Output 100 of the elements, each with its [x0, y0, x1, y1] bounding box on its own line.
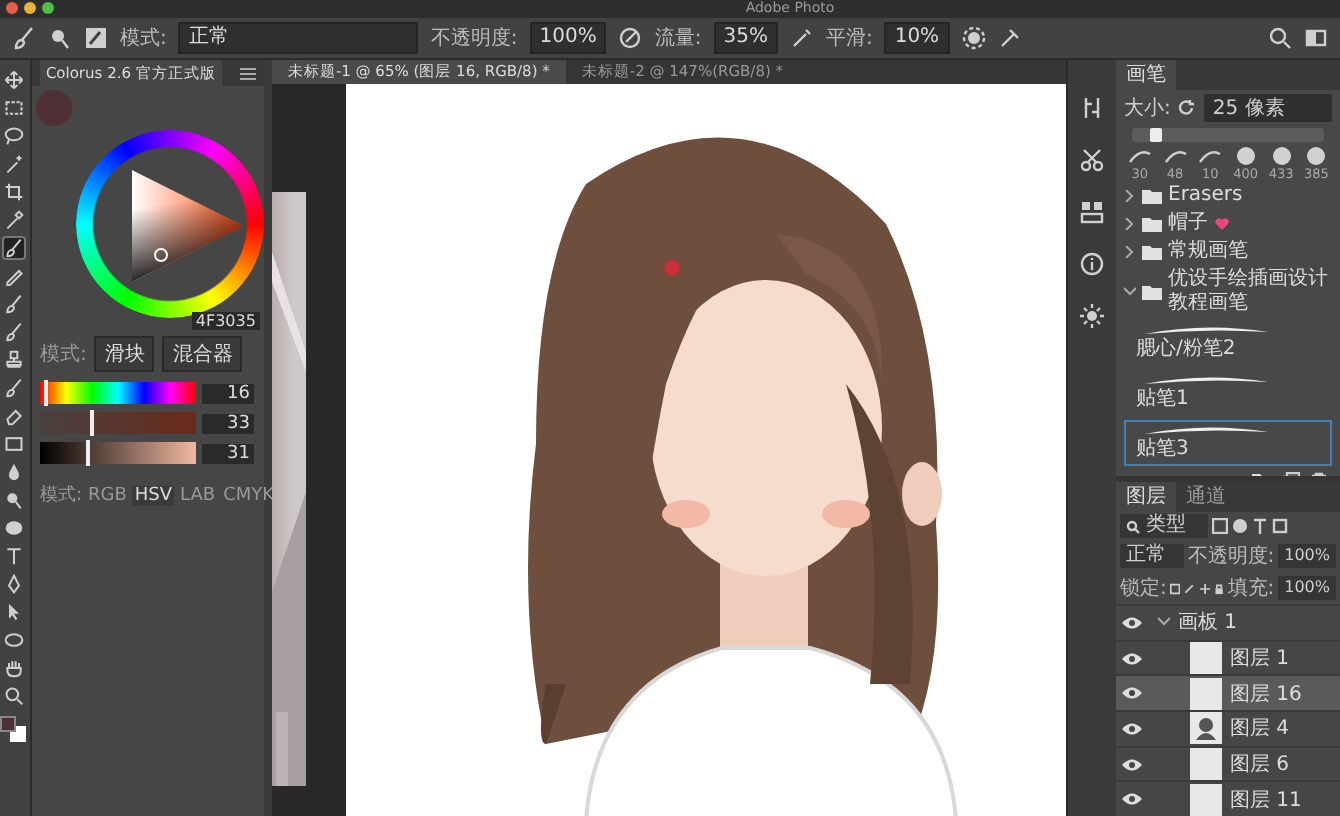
brush-settings-icon[interactable] — [1080, 96, 1105, 120]
lock-paint-icon[interactable] — [1184, 581, 1196, 595]
filter-dropdown[interactable]: 类型 — [1120, 514, 1208, 538]
maximize-button[interactable] — [42, 2, 54, 14]
eyedropper-icon[interactable] — [2, 208, 27, 232]
stamp-icon[interactable] — [2, 348, 27, 372]
eraser-icon[interactable] — [2, 404, 27, 428]
type-icon[interactable] — [2, 544, 27, 568]
visibility-eye-icon[interactable] — [1122, 615, 1142, 630]
foreground-color-swatch[interactable] — [0, 716, 17, 732]
dodge-icon[interactable] — [2, 488, 27, 512]
opacity-field[interactable]: 100% — [529, 22, 607, 54]
panel-tab[interactable]: 通道 — [1176, 482, 1236, 512]
visibility-eye-icon[interactable] — [1122, 686, 1142, 701]
zoom-icon[interactable] — [2, 684, 27, 708]
collapsed-icon[interactable] — [1124, 218, 1136, 230]
brush-folder[interactable]: 常规画笔 — [1116, 238, 1340, 266]
brush-tip-icon[interactable] — [1127, 146, 1152, 166]
info-icon[interactable] — [1080, 252, 1105, 276]
brush-folder[interactable]: 帽子 — [1116, 210, 1340, 238]
pixel-filter-icon[interactable] — [1212, 518, 1228, 534]
brush-tip-icon[interactable] — [1163, 146, 1187, 166]
adjustment-filter-icon[interactable] — [1232, 518, 1248, 534]
size-field[interactable]: 25 像素 — [1204, 94, 1332, 122]
brush-preset-icon[interactable] — [48, 26, 72, 50]
sun-icon[interactable] — [1080, 304, 1105, 328]
hand-icon[interactable] — [2, 656, 27, 680]
panel-tab[interactable]: 画笔 — [1116, 60, 1176, 90]
close-button[interactable] — [6, 2, 18, 14]
expanded-icon[interactable] — [1158, 616, 1170, 629]
opacity-field[interactable]: 100% — [1278, 544, 1336, 568]
brush-item[interactable]: 贴笔1 — [1124, 370, 1332, 416]
brush-item[interactable]: 腮心/粉笔2 — [1124, 320, 1332, 366]
mode-button[interactable]: 混合器 — [162, 336, 243, 372]
lock-move-icon[interactable] — [1199, 581, 1210, 595]
gradient-icon[interactable] — [2, 432, 27, 456]
airbrush-icon[interactable] — [789, 26, 814, 50]
fill-field[interactable]: 100% — [1278, 576, 1336, 600]
slider-thumb[interactable] — [89, 410, 94, 436]
swatches-icon[interactable] — [1080, 200, 1105, 224]
mode-dropdown[interactable]: 正常 — [178, 22, 419, 54]
slider-thumb[interactable] — [1149, 128, 1162, 142]
lock-icon[interactable] — [1213, 581, 1224, 595]
brush-tip-icon[interactable] — [1269, 146, 1294, 166]
slider-value[interactable]: 33 — [201, 413, 254, 433]
shape-filter-icon[interactable] — [1272, 518, 1288, 534]
smoothing-field[interactable]: 10% — [884, 22, 950, 54]
wand-icon[interactable] — [2, 152, 27, 176]
settings-icon[interactable] — [961, 26, 986, 50]
visibility-eye-icon[interactable] — [1122, 721, 1142, 736]
brush-tip-icon[interactable] — [1198, 146, 1223, 166]
marquee-icon[interactable] — [2, 96, 27, 120]
scissors-icon[interactable] — [1080, 148, 1105, 172]
hex-value[interactable]: 4F3035 — [191, 312, 260, 330]
collapsed-icon[interactable] — [1124, 190, 1136, 202]
crop-icon[interactable] — [2, 180, 27, 204]
slider-thumb[interactable] — [44, 380, 49, 406]
brush-icon[interactable] — [2, 376, 27, 400]
expanded-icon[interactable] — [1124, 286, 1136, 298]
visibility-eye-icon[interactable] — [1122, 757, 1142, 772]
collapsed-icon[interactable] — [1124, 246, 1136, 258]
workspace-icon[interactable] — [1304, 26, 1328, 50]
brush-item[interactable]: 贴笔3 — [1124, 420, 1332, 466]
brush-tool-icon[interactable] — [12, 26, 36, 50]
menu-icon[interactable] — [239, 67, 256, 79]
type-filter-icon[interactable] — [1252, 518, 1268, 534]
brush-folder[interactable]: Erasers — [1116, 182, 1340, 210]
blob-icon[interactable] — [2, 516, 27, 540]
search-icon[interactable] — [1268, 26, 1292, 50]
layer-row[interactable]: 图层 11 — [1116, 780, 1340, 816]
flow-field[interactable]: 35% — [713, 22, 778, 54]
layer-row[interactable]: 图层 6 — [1116, 745, 1340, 781]
panel-tab[interactable]: 图层 — [1116, 482, 1176, 512]
move-icon[interactable] — [2, 68, 27, 92]
reset-icon[interactable] — [1178, 99, 1197, 117]
saturation-slider[interactable] — [39, 412, 196, 434]
slider-value[interactable]: 16 — [201, 383, 254, 403]
brush-tip-icon[interactable] — [1304, 146, 1329, 166]
brush-icon[interactable] — [2, 292, 27, 316]
minimize-button[interactable] — [24, 2, 36, 14]
brush-icon[interactable] — [2, 320, 27, 344]
visibility-eye-icon[interactable] — [1122, 651, 1142, 665]
blend-mode-dropdown[interactable]: 正常 — [1120, 544, 1184, 568]
size-slider[interactable] — [1132, 128, 1324, 142]
slider-thumb[interactable] — [86, 440, 91, 466]
brush-folder[interactable]: 优设手绘插画设计教程画笔 — [1116, 266, 1340, 318]
visibility-eye-icon[interactable] — [1122, 792, 1142, 807]
brightness-slider[interactable] — [39, 442, 196, 464]
slider-value[interactable]: 31 — [201, 443, 254, 463]
brush-tip-icon[interactable] — [1233, 146, 1258, 166]
pressure-opacity-icon[interactable] — [618, 26, 643, 50]
lasso-icon[interactable] — [2, 124, 27, 148]
symmetry-icon[interactable] — [997, 26, 1022, 50]
layer-row[interactable]: 图层 4 — [1116, 710, 1340, 746]
layer-group[interactable]: 画板 1 — [1178, 608, 1238, 637]
lock-pixels-icon[interactable] — [1170, 581, 1181, 595]
hue-slider[interactable] — [39, 382, 196, 404]
brush-panel-icon[interactable] — [84, 26, 108, 50]
mode-button[interactable]: 滑块 — [94, 336, 155, 372]
pencil-icon[interactable] — [2, 264, 27, 288]
